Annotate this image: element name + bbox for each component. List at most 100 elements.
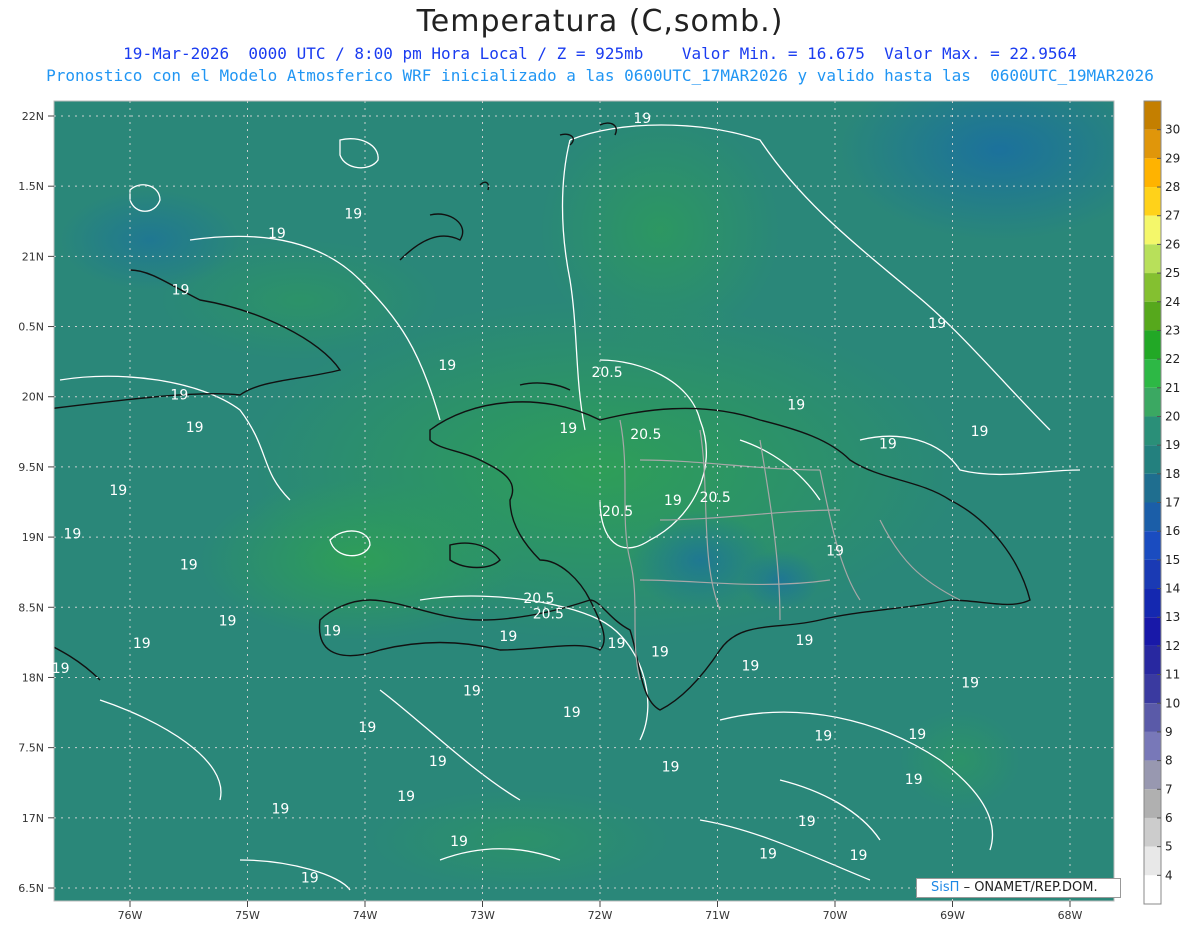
contour-label: 20.5 (602, 504, 633, 520)
colorbar-swatch (1144, 817, 1161, 847)
contour-label: 19 (170, 388, 188, 404)
contour-label: 19 (826, 543, 844, 559)
latitude-label: 22N (22, 110, 44, 123)
contour-label: 19 (499, 629, 517, 645)
latitude-label: 19N (22, 531, 44, 544)
colorbar-label: 13 (1165, 610, 1180, 624)
colorbar-label: 7 (1165, 782, 1173, 796)
contour-label: 19 (323, 623, 341, 639)
colorbar-swatch (1144, 187, 1161, 216)
colorbar-swatch (1144, 531, 1161, 560)
contour-label: 19 (186, 420, 204, 436)
colorbar-label: 25 (1165, 266, 1180, 280)
colorbar-swatch (1144, 387, 1161, 417)
colorbar-label: 9 (1165, 725, 1173, 739)
colorbar-label: 10 (1165, 696, 1180, 710)
contour-label: 19 (651, 644, 669, 660)
contour-label: 19 (850, 848, 868, 864)
contour-label: 19 (450, 834, 468, 850)
latitude-label: 20N (22, 391, 44, 404)
colorbar-swatch (1144, 301, 1161, 331)
contour-label: 19 (879, 437, 897, 453)
longitude-label: 74W (353, 909, 378, 922)
contour-label: 19 (463, 684, 481, 700)
latitude-labels: 22N 1.5N 21N 0.5N 20N 9.5N 19N 8.5N 18N 7.5N 17N 6.… (18, 110, 54, 895)
colorbar-swatch (1144, 129, 1161, 159)
credit-box: SisΠ – ONAMET/REP.DOM. (916, 878, 1121, 898)
longitude-label: 69W (940, 909, 965, 922)
colorbar-swatch (1144, 846, 1161, 876)
contour-label: 19 (172, 282, 190, 298)
colorbar-label: 8 (1165, 754, 1173, 768)
colorbar-swatch (1144, 789, 1161, 818)
colorbar-label: 6 (1165, 811, 1173, 825)
longitude-label: 71W (705, 909, 730, 922)
colorbar-label: 17 (1165, 496, 1180, 510)
colorbar-label: 30 (1165, 123, 1180, 137)
colorbar-label: 18 (1165, 467, 1180, 481)
latitude-label: 1.5N (18, 180, 44, 193)
credit-text: – ONAMET/REP.DOM. (963, 880, 1098, 895)
contour-label: 19 (796, 633, 814, 649)
colorbar-swatch (1144, 473, 1161, 503)
contour-label: 19 (905, 772, 923, 788)
contour-label: 19 (358, 720, 376, 736)
contour-label: 19 (559, 421, 577, 437)
colorbar-label: 27 (1165, 209, 1180, 223)
colorbar-swatch (1144, 273, 1161, 302)
colorbar-label: 15 (1165, 553, 1180, 567)
contour-label: 19 (301, 870, 319, 886)
colorbar-label: 21 (1165, 381, 1180, 395)
contour-label: 20.5 (700, 490, 731, 506)
colorbar-label: 28 (1165, 180, 1180, 194)
contour-label: 19 (608, 636, 626, 652)
contour-label: 19 (429, 754, 447, 770)
contour-label: 20.5 (630, 427, 661, 443)
contour-label: 19 (787, 397, 805, 413)
contour-label: 19 (344, 206, 362, 222)
contour-label: 19 (109, 483, 127, 499)
longitude-label: 75W (235, 909, 260, 922)
contour-label: 20.5 (523, 591, 554, 607)
colorbar-label: 11 (1165, 668, 1180, 682)
contour-label: 19 (741, 658, 759, 674)
colorbar-swatch (1144, 559, 1161, 589)
colorbar-label: 20 (1165, 409, 1180, 423)
contour-label: 19 (928, 316, 946, 332)
contour-label: 19 (908, 727, 926, 743)
contour-label: 19 (219, 614, 237, 630)
latitude-label: 0.5N (18, 321, 44, 334)
temperature-map: 22N 1.5N 21N 0.5N 20N 9.5N 19N 8.5N 18N 7.5N 17N 6.… (18, 100, 1180, 922)
contour-label: 19 (180, 557, 198, 573)
colorbar-swatch (1144, 617, 1161, 646)
colorbar-swatch (1144, 588, 1161, 618)
contour-label: 19 (563, 705, 581, 721)
colorbar-swatch (1144, 502, 1161, 532)
contour-label: 19 (133, 636, 151, 652)
colorbar-label: 12 (1165, 639, 1180, 653)
colorbar-label: 16 (1165, 524, 1180, 538)
colorbar-label: 22 (1165, 352, 1180, 366)
contour-label: 20.5 (591, 365, 622, 381)
latitude-label: 8.5N (18, 601, 44, 614)
contour-label: 19 (52, 661, 70, 677)
latitude-label: 17N (22, 812, 44, 825)
colorbar-label: 23 (1165, 323, 1180, 337)
colorbar-label: 14 (1165, 582, 1180, 596)
contour-label: 19 (759, 847, 777, 863)
colorbar-label: 29 (1165, 151, 1180, 165)
colorbar-swatch (1144, 359, 1161, 388)
contour-label: 20.5 (533, 607, 564, 623)
longitude-label: 70W (823, 909, 848, 922)
latitude-label: 6.5N (18, 882, 44, 895)
longitude-label: 76W (118, 909, 143, 922)
latitude-label: 7.5N (18, 742, 44, 755)
contour-label: 19 (64, 526, 82, 542)
longitude-label: 68W (1058, 909, 1083, 922)
latitude-label: 21N (22, 250, 44, 263)
contour-label: 19 (438, 358, 456, 374)
colorbar: 30 29 28 27 26 25 24 23 22 21 20 19 18 17 16 15 14 13 12 11… (1143, 100, 1180, 905)
colorbar-swatch (1144, 416, 1161, 446)
contour-label: 19 (664, 493, 682, 509)
longitude-label: 73W (470, 909, 495, 922)
